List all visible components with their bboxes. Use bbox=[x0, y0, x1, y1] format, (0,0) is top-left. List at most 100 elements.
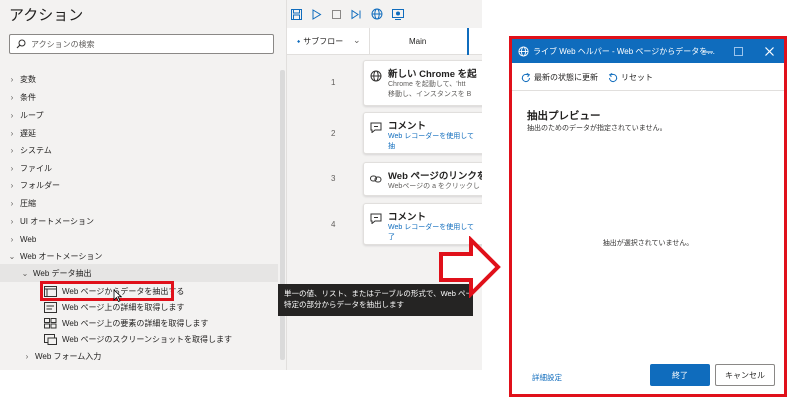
category-label: Web bbox=[20, 234, 37, 244]
stop-icon[interactable] bbox=[331, 9, 342, 20]
run-next-action-icon[interactable] bbox=[351, 9, 362, 20]
save-icon[interactable] bbox=[291, 8, 302, 20]
run-icon[interactable] bbox=[311, 8, 322, 20]
tooltip-line: 特定の部分からデータを抽出します bbox=[284, 300, 404, 309]
step-title: コメント bbox=[388, 121, 427, 132]
category-loops[interactable]: › ループ bbox=[7, 106, 44, 124]
subcategory-web-data-extraction[interactable]: ⌄ Web データ抽出 bbox=[0, 264, 278, 282]
flow-step-launch-chrome[interactable]: 新しい Chrome を起 Chrome を起動して、'htt 移動し、インスタ… bbox=[363, 60, 482, 106]
reset-icon bbox=[608, 72, 618, 82]
category-label: システム bbox=[20, 145, 52, 155]
step-title: 新しい Chrome を起 bbox=[388, 69, 477, 80]
close-button[interactable] bbox=[758, 39, 780, 63]
chevron-right-icon: › bbox=[10, 180, 14, 190]
action-search-input[interactable] bbox=[31, 39, 261, 49]
action-take-web-page-screenshot[interactable]: Web ページのスクリーンショットを取得します bbox=[44, 330, 232, 348]
tab-main[interactable]: Main bbox=[409, 37, 426, 46]
mouse-cursor-icon bbox=[113, 289, 122, 302]
action-label: Web ページ上の要素の詳細を取得します bbox=[62, 318, 209, 328]
step-number: 2 bbox=[331, 129, 336, 138]
category-label: Web オートメーション bbox=[20, 251, 103, 261]
step-number: 4 bbox=[331, 220, 336, 229]
comment-icon bbox=[370, 213, 382, 224]
active-tab-indicator bbox=[467, 28, 469, 55]
refresh-button[interactable]: 最新の状態に更新 bbox=[521, 72, 598, 83]
maximize-icon bbox=[733, 46, 743, 56]
finish-button[interactable]: 終了 bbox=[650, 364, 710, 386]
chevron-down-icon[interactable]: ⌄ bbox=[353, 35, 361, 46]
chevron-right-icon: › bbox=[10, 198, 14, 208]
helper-titlebar[interactable]: ライブ Web ヘルパー - Web ページからデータを… bbox=[512, 39, 784, 63]
flow-step-click-link[interactable]: Web ページのリンクを Webページの a をクリックし bbox=[363, 162, 482, 196]
category-file[interactable]: › ファイル bbox=[7, 159, 52, 177]
category-label: 圧縮 bbox=[20, 198, 36, 208]
element-details-icon bbox=[44, 317, 57, 328]
reset-button[interactable]: リセット bbox=[608, 72, 653, 83]
minimize-icon bbox=[703, 51, 713, 52]
web-recorder-icon[interactable] bbox=[371, 8, 383, 20]
category-label: ファイル bbox=[20, 163, 52, 173]
preview-subtitle: 抽出のためのデータが指定されていません。 bbox=[527, 125, 667, 132]
chevron-down-icon: ⌄ bbox=[8, 251, 16, 261]
chevron-right-icon: › bbox=[10, 234, 14, 244]
chevron-down-icon: ⌄ bbox=[21, 268, 29, 278]
subflows-dropdown[interactable]: ⬩ サブフロー bbox=[297, 36, 343, 47]
step-description-line: Webページの a をクリックし bbox=[388, 183, 480, 190]
chevron-right-icon: › bbox=[10, 128, 14, 138]
designer-tabs: ⬩ サブフロー ⌄ Main bbox=[287, 28, 482, 55]
category-compression[interactable]: › 圧縮 bbox=[7, 194, 36, 212]
category-folder[interactable]: › フォルダー bbox=[7, 176, 60, 194]
comment-icon bbox=[370, 122, 382, 133]
desktop-recorder-icon[interactable] bbox=[392, 8, 404, 20]
arrow-right-icon bbox=[439, 236, 501, 298]
search-icon bbox=[16, 39, 26, 49]
chevron-right-icon: › bbox=[10, 92, 14, 102]
category-conditionals[interactable]: › 条件 bbox=[7, 88, 36, 106]
step-description-line: 移動し、インスタンスを B bbox=[388, 91, 472, 98]
action-label: Web ページのスクリーンショットを取得します bbox=[62, 334, 232, 344]
refresh-icon bbox=[521, 72, 531, 82]
step-title: Web ページのリンクを bbox=[388, 171, 482, 182]
step-number: 1 bbox=[331, 78, 336, 87]
subflow-icon: ⬩ bbox=[297, 36, 301, 46]
category-web[interactable]: › Web bbox=[7, 230, 37, 248]
actions-panel-scrollbar[interactable] bbox=[280, 70, 285, 360]
step-number: 3 bbox=[331, 174, 336, 183]
step-description: Chrome を起動して、'htt 移動し、インスタンスを B bbox=[388, 80, 471, 100]
step-title: コメント bbox=[388, 212, 427, 223]
cancel-button[interactable]: キャンセル bbox=[715, 364, 775, 386]
category-label: 変数 bbox=[20, 74, 36, 84]
step-description-line: Web レコーダーを使用して bbox=[388, 224, 475, 231]
chevron-right-icon: › bbox=[10, 163, 14, 173]
action-search-box[interactable] bbox=[9, 34, 274, 54]
chevron-right-icon: › bbox=[10, 216, 14, 226]
step-description-line: 抽 bbox=[388, 143, 395, 150]
chevron-right-icon: › bbox=[10, 145, 14, 155]
close-icon bbox=[764, 46, 774, 56]
flow-step-comment-1[interactable]: コメント Web レコーダーを使用して 抽 bbox=[363, 112, 482, 154]
designer-toolbar bbox=[287, 0, 482, 28]
category-label: ループ bbox=[20, 110, 44, 120]
preview-empty-message: 抽出が選択されていません。 bbox=[602, 240, 694, 247]
subcategory-web-form-filling[interactable]: › Web フォーム入力 bbox=[22, 347, 102, 365]
category-ui-automation[interactable]: › UI オートメーション bbox=[7, 212, 94, 230]
link-icon bbox=[370, 175, 382, 183]
helper-window-title: ライブ Web ヘルパー - Web ページからデータを… bbox=[533, 46, 716, 56]
live-web-helper-window: ライブ Web ヘルパー - Web ページからデータを… 最新の状態に更新 リ… bbox=[509, 36, 787, 397]
maximize-button[interactable] bbox=[727, 39, 749, 63]
step-description-line: Web レコーダーを使用して bbox=[388, 133, 475, 140]
actions-panel: アクション › 変数 › 条件 › ループ › 遅延 › システム › ファイル… bbox=[0, 0, 287, 370]
category-label: Web フォーム入力 bbox=[35, 351, 102, 361]
category-variables[interactable]: › 変数 bbox=[7, 70, 36, 88]
action-label: Web ページ上の詳細を取得します bbox=[62, 302, 185, 312]
chevron-right-icon: › bbox=[10, 110, 14, 120]
refresh-label: 最新の状態に更新 bbox=[534, 73, 598, 82]
category-web-automation[interactable]: ⌄ Web オートメーション bbox=[7, 247, 103, 265]
subflow-label: サブフロー bbox=[303, 37, 344, 46]
step-description: Webページの a をクリックし bbox=[388, 182, 480, 192]
category-system[interactable]: › システム bbox=[7, 141, 52, 159]
minimize-button[interactable] bbox=[697, 39, 719, 63]
category-delay[interactable]: › 遅延 bbox=[7, 124, 36, 142]
advanced-settings-link[interactable]: 詳細設定 bbox=[532, 372, 562, 383]
category-label: Web データ抽出 bbox=[33, 268, 92, 278]
